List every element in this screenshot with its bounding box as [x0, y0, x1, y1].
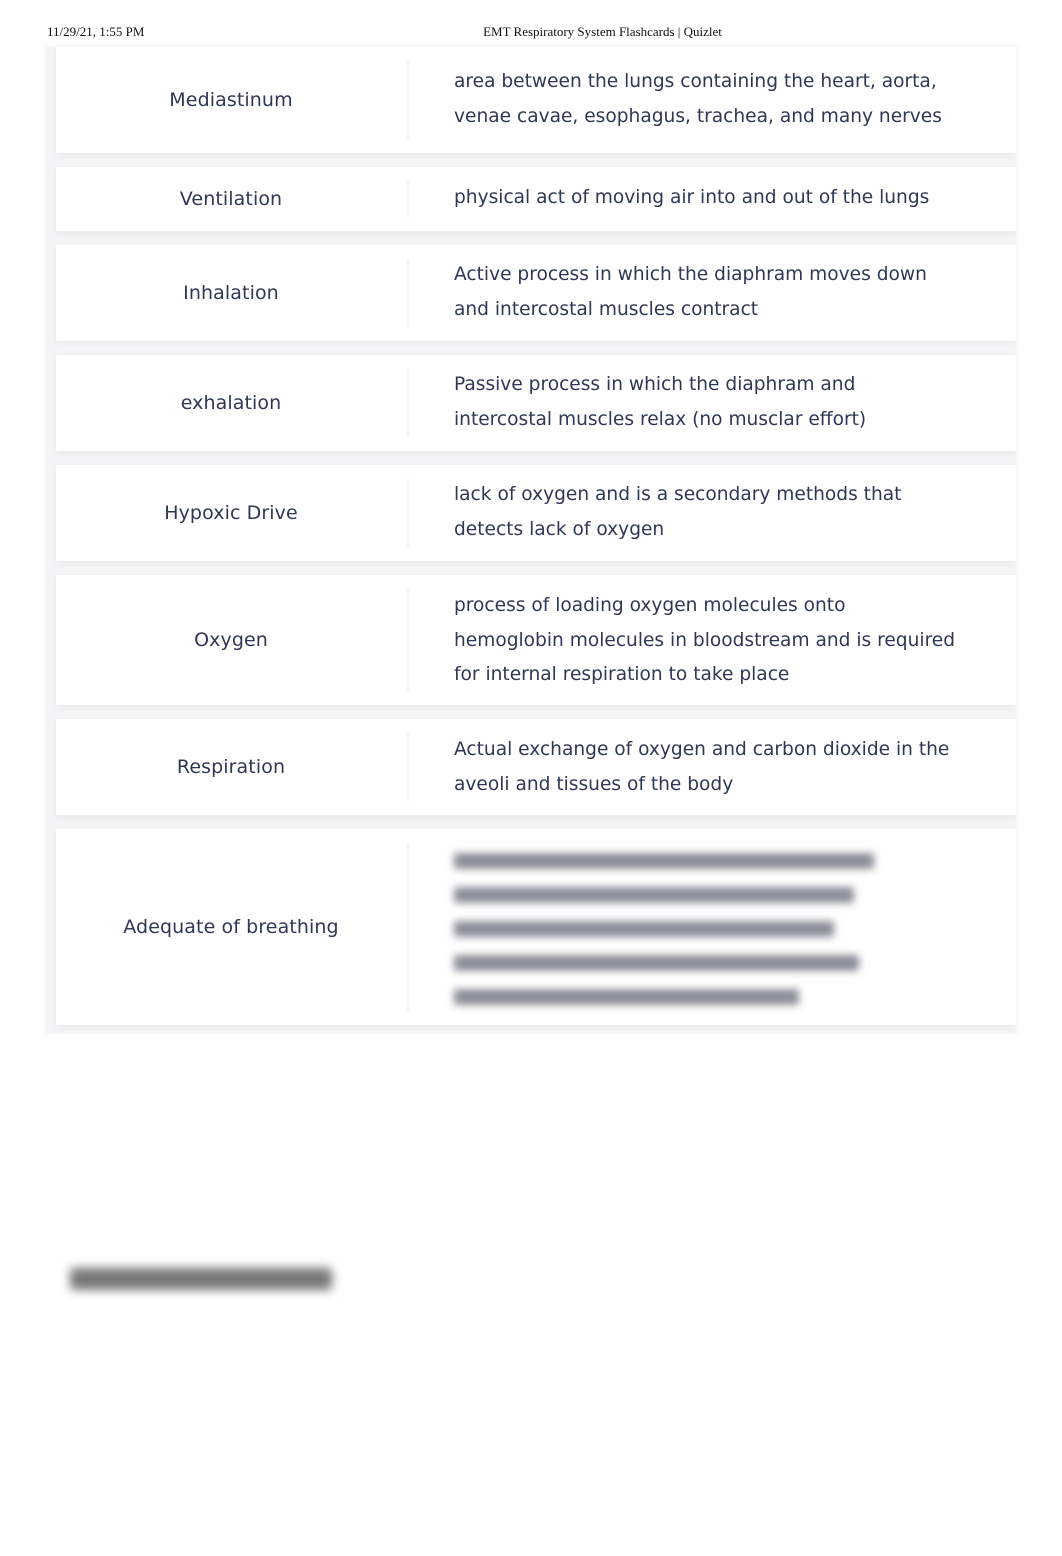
card-definition: Active process in which the diaphram mov… — [454, 264, 927, 320]
flashcard-row: Respiration Actual exchange of oxygen an… — [56, 719, 1016, 815]
flashcard-row: Hypoxic Drive lack of oxygen and is a se… — [56, 465, 1016, 561]
flashcard-term-list: Mediastinum area between the lungs conta… — [46, 47, 1016, 1033]
card-term: Respiration — [176, 756, 286, 778]
print-header: 11/29/21, 1:55 PM EMT Respiratory System… — [0, 24, 1062, 42]
card-definition: process of loading oxygen molecules onto… — [454, 595, 956, 685]
card-definition: area between the lungs containing the he… — [454, 71, 942, 127]
card-definition: Actual exchange of oxygen and carbon dio… — [454, 739, 950, 795]
card-term: Hypoxic Drive — [164, 502, 298, 524]
flashcard-row: Oxygen process of loading oxygen molecul… — [56, 575, 1016, 705]
card-term: Mediastinum — [169, 89, 293, 111]
print-page-title: EMT Respiratory System Flashcards | Quiz… — [483, 24, 722, 39]
card-definition: lack of oxygen and is a secondary method… — [454, 484, 902, 540]
card-definition-obscured — [410, 829, 1016, 1025]
card-term: Oxygen — [194, 629, 268, 651]
flashcard-row: Ventilation physical act of moving air i… — [56, 167, 1016, 231]
flashcard-row: Inhalation Active process in which the d… — [56, 245, 1016, 341]
card-term: Ventilation — [179, 188, 283, 210]
card-term: Adequate of breathing — [123, 916, 339, 938]
flashcard-row: Adequate of breathing — [56, 829, 1016, 1025]
card-definition: physical act of moving air into and out … — [454, 187, 930, 208]
flashcard-row: exhalation Passive process in which the … — [56, 355, 1016, 451]
card-term: Inhalation — [183, 282, 279, 304]
flashcard-row: Mediastinum area between the lungs conta… — [56, 47, 1016, 153]
card-definition: Passive process in which the diaphram an… — [454, 374, 867, 430]
obscured-set-heading — [70, 1268, 332, 1290]
card-term: exhalation — [180, 392, 282, 414]
